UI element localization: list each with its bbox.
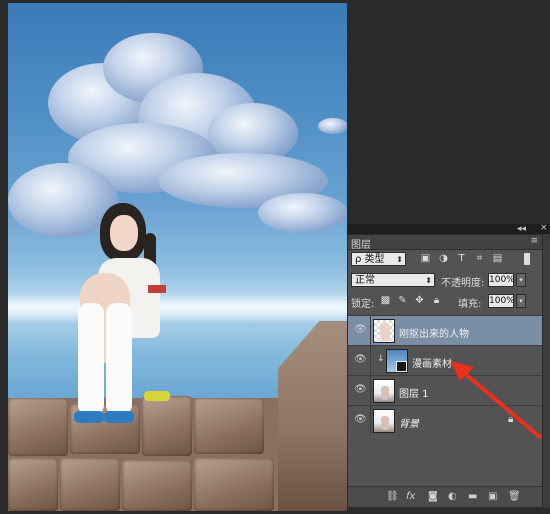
close-panel-icon[interactable]: × (540, 223, 548, 233)
filter-kind-label: ρ 类型 (355, 254, 385, 265)
divider (370, 346, 371, 375)
layers-footer: ⛓︎ fx ◙ ◐ ▬ ▣ 🗑︎ (348, 486, 542, 507)
girl-figure (58, 203, 178, 433)
panel-tab-bar: 图层 ≡ (348, 235, 542, 251)
blend-mode-value: 正常 (355, 275, 375, 286)
divider (370, 406, 371, 435)
chevron-down-icon: ⬍ (396, 255, 403, 264)
add-layer-style-button[interactable]: fx (406, 491, 415, 502)
layer-name[interactable]: 背景 (399, 415, 419, 430)
red-annotation-arrow (450, 361, 542, 439)
filter-row: ρ 类型 ⬍ ▣ ◑ T ⌗ ▤ (348, 252, 542, 270)
lock-all-icon[interactable]: 🔒︎ (431, 296, 442, 306)
stone-wall-right (278, 321, 347, 511)
divider (370, 316, 371, 345)
add-mask-icon[interactable]: ◙ (428, 491, 438, 502)
document-canvas[interactable] (8, 3, 347, 511)
blend-mode-select[interactable]: 正常 ⬍ (351, 273, 435, 287)
fill-field[interactable]: 100% (488, 294, 515, 308)
delete-layer-icon[interactable]: 🗑︎ (508, 491, 521, 502)
layer-thumbnail (373, 379, 395, 403)
link-layers-icon[interactable]: ⛓︎ (386, 491, 399, 502)
layer-thumbnail (386, 349, 408, 373)
lock-row: 锁定: ▩ ✎ ✥ 🔒︎ 填充: 100% ▾ (348, 294, 542, 312)
layer-thumbnail (373, 409, 395, 433)
cloud (318, 118, 347, 134)
opacity-dropdown-button[interactable]: ▾ (516, 273, 526, 287)
filter-toggle-icon[interactable] (524, 253, 530, 265)
layer-thumbnail (373, 319, 395, 343)
visibility-eye-icon[interactable]: 👁︎ (354, 385, 367, 395)
lock-transparent-pixels-icon[interactable]: ▩ (380, 296, 391, 306)
tab-layers[interactable]: 图层 (351, 236, 371, 251)
visibility-eye-icon[interactable]: 👁︎ (354, 355, 367, 365)
layer-row-person[interactable]: 👁︎ 刚抠出来的人物 (348, 315, 542, 345)
collapse-panels-icon[interactable]: ◂◂ (517, 224, 526, 234)
fill-dropdown-button[interactable]: ▾ (516, 294, 526, 308)
lock-position-icon[interactable]: ✥ (414, 296, 425, 306)
image-filter-icon[interactable]: ▣ (420, 254, 431, 264)
lock-image-pixels-icon[interactable]: ✎ (397, 296, 408, 306)
lock-label: 锁定: (351, 299, 375, 310)
opacity-label: 不透明度: (441, 278, 485, 289)
chevron-down-icon: ⬍ (425, 276, 432, 285)
arrow-shaft (460, 369, 542, 439)
type-filter-icon[interactable]: T (456, 254, 467, 264)
visibility-eye-icon[interactable]: 👁︎ (354, 325, 367, 335)
blend-row: 正常 ⬍ 不透明度: 100% ▾ (348, 273, 542, 291)
divider (370, 376, 371, 405)
panel-menu-icon[interactable]: ≡ (530, 236, 538, 246)
layer-name[interactable]: 刚抠出来的人物 (399, 325, 469, 340)
smart-object-filter-icon[interactable]: ▤ (492, 254, 503, 264)
new-group-icon[interactable]: ▬ (468, 491, 477, 502)
filter-kind-select[interactable]: ρ 类型 ⬍ (351, 252, 406, 266)
new-adjustment-layer-icon[interactable]: ◐ (448, 491, 457, 502)
visibility-eye-icon[interactable]: 👁︎ (354, 415, 367, 425)
shape-filter-icon[interactable]: ⌗ (474, 254, 485, 264)
opacity-field[interactable]: 100% (488, 273, 515, 287)
clipping-mask-arrow-icon: ↓ (377, 354, 385, 364)
adjustment-filter-icon[interactable]: ◑ (438, 254, 449, 264)
panel-dock-header: ◂◂ × (347, 223, 550, 234)
new-layer-icon[interactable]: ▣ (488, 491, 497, 502)
cloud (258, 193, 347, 233)
layer-name[interactable]: 图层 1 (399, 385, 429, 400)
fill-label: 填充: (458, 299, 482, 310)
